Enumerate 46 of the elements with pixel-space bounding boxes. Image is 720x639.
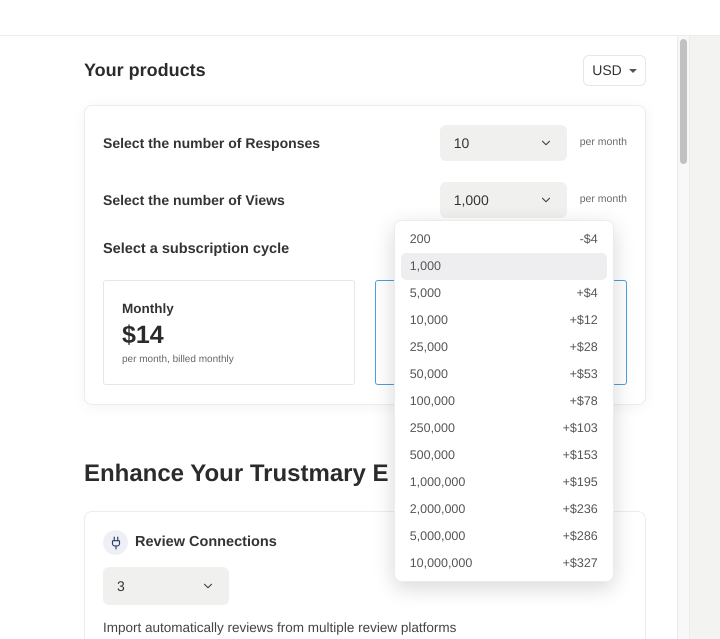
caret-down-icon	[628, 68, 637, 72]
price-adjustment: +$327	[562, 555, 598, 572]
option-label: 2,000,000	[410, 501, 466, 518]
option-label: 500,000	[410, 447, 455, 464]
option-label: 10,000	[410, 312, 448, 330]
price-adjustment: +$28	[570, 339, 598, 356]
price-adjustment: +$78	[570, 393, 598, 410]
option-label: 50,000	[410, 366, 448, 384]
cycle-option-card[interactable]: Monthly $14 per month, billed monthly	[103, 280, 355, 385]
price-adjustment: -$4	[580, 231, 598, 248]
option-label: 100,000	[410, 393, 455, 410]
option-label: 5,000,000	[410, 528, 466, 546]
cycle-price: $14	[122, 320, 164, 350]
dropdown-option[interactable]: 1,000	[400, 253, 607, 280]
cycle-note: per month, billed monthly	[122, 354, 234, 366]
option-label: 200	[410, 231, 431, 248]
cycle-name: Monthly	[122, 300, 174, 318]
row-label: Select the number of Views	[103, 190, 285, 210]
option-label: 1,000	[410, 258, 441, 276]
select-field[interactable]: 1,000	[440, 182, 567, 218]
scrollbar-thumb[interactable]	[680, 39, 687, 164]
price-adjustment: +$286	[562, 528, 598, 546]
row-label: Select the number of Responses	[103, 134, 320, 153]
page-title: Your products	[84, 59, 206, 82]
unit-label: per month	[580, 135, 627, 150]
price-adjustment: +$153	[562, 447, 598, 464]
option-label: 10,000,000	[410, 555, 472, 572]
select-field[interactable]: 3	[103, 567, 229, 605]
option-label: 5,000	[410, 285, 441, 302]
price-adjustment: +$12	[570, 312, 598, 330]
addon-title: Review Connections	[135, 532, 277, 552]
price-adjustment: +$195	[562, 474, 598, 492]
price-adjustment: +$236	[562, 501, 598, 518]
price-adjustment: +$103	[562, 420, 598, 438]
price-adjustment: +$53	[570, 366, 598, 384]
unit-label: per month	[580, 192, 627, 208]
select-field[interactable]: 10	[440, 125, 567, 161]
price-adjustment: +$4	[576, 285, 598, 302]
option-label: 1,000,000	[410, 474, 466, 492]
section-title: Enhance Your Trustmary E	[84, 459, 389, 489]
section-heading: Select a subscription cycle	[103, 240, 290, 259]
option-label: 250,000	[410, 420, 455, 438]
option-label: 25,000	[410, 339, 448, 356]
addon-description: Import automatically reviews from multiple review platforms	[103, 619, 456, 637]
currency-select[interactable]: USD	[583, 55, 646, 86]
plug-icon	[103, 530, 128, 555]
